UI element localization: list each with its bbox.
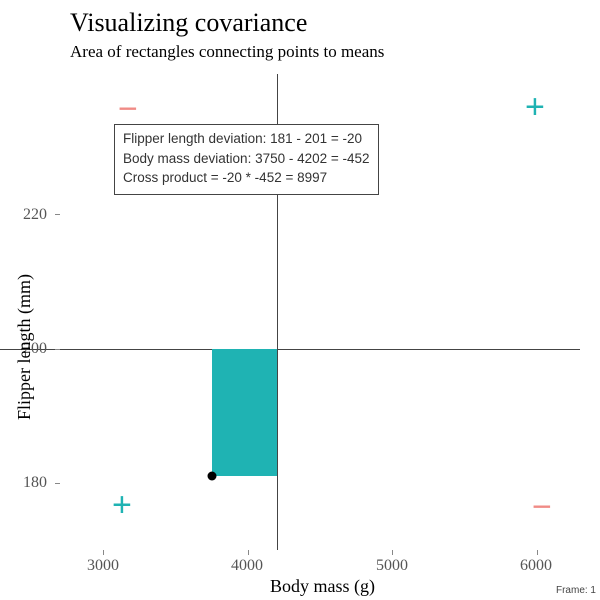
y-tick-label: 220: [23, 206, 47, 224]
x-tick-mark: [103, 550, 104, 555]
annotation-line: Cross product = -20 * -452 = 8997: [123, 168, 370, 188]
x-tick-mark: [248, 550, 249, 555]
x-tick-label: 3000: [87, 557, 119, 575]
annotation-line: Body mass deviation: 3750 - 4202 = -452: [123, 149, 370, 169]
y-tick-mark: [55, 349, 60, 350]
quad-sign-top-right: +: [525, 88, 545, 127]
chart-subtitle: Area of rectangles connecting points to …: [70, 42, 384, 62]
y-tick-mark: [55, 214, 60, 215]
y-tick-label: 180: [23, 474, 47, 492]
quad-sign-bottom-right: −: [532, 488, 552, 527]
covariance-rect: [212, 349, 277, 477]
x-tick-mark: [392, 550, 393, 555]
data-point: [207, 472, 216, 481]
y-axis-title: Flipper length (mm): [14, 274, 35, 420]
quad-sign-bottom-left: +: [112, 486, 132, 525]
plot-area: − + + − Flipper length deviation: 181 - …: [60, 80, 580, 550]
mean-y-line: [0, 349, 580, 350]
annotation-line: Flipper length deviation: 181 - 201 = -2…: [123, 129, 370, 149]
chart-container: Visualizing covariance Area of rectangle…: [0, 0, 600, 600]
chart-title: Visualizing covariance: [70, 8, 307, 38]
annotation-box: Flipper length deviation: 181 - 201 = -2…: [114, 124, 379, 195]
x-axis-title: Body mass (g): [270, 576, 375, 597]
x-tick-label: 5000: [376, 557, 408, 575]
x-tick-mark: [537, 550, 538, 555]
frame-label: Frame: 1: [556, 585, 596, 596]
x-tick-label: 4000: [231, 557, 263, 575]
x-tick-label: 6000: [520, 557, 552, 575]
y-tick-mark: [55, 483, 60, 484]
